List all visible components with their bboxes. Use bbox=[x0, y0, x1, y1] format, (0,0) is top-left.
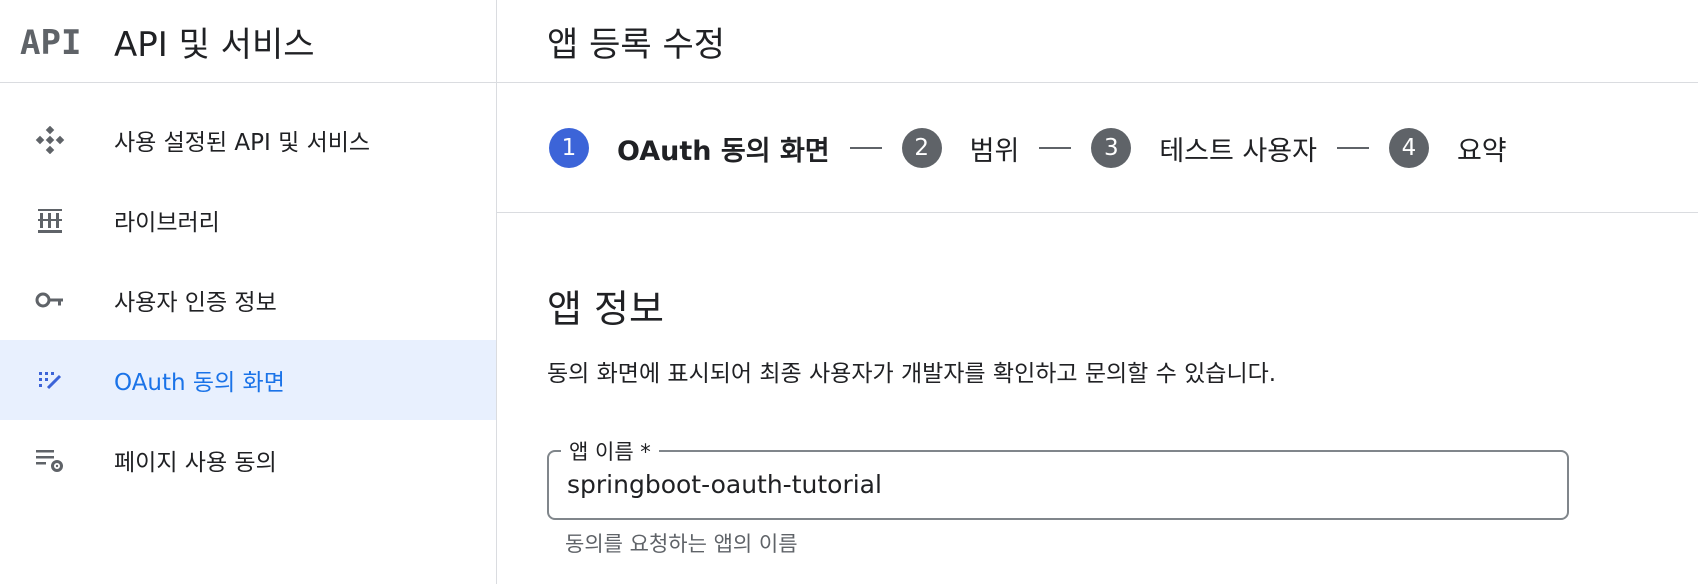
stepper: 1 OAuth 동의 화면 2 범위 3 테스트 사용자 4 요약 bbox=[497, 82, 1698, 213]
sidebar-nav: 사용 설정된 API 및 서비스 라이브러리 사용자 인증 정보 OAuth 동… bbox=[0, 100, 496, 500]
step-scopes[interactable]: 2 범위 bbox=[901, 128, 1020, 168]
step-label: 범위 bbox=[969, 135, 1020, 167]
sidebar-item-label: 라이브러리 bbox=[114, 210, 220, 236]
step-summary[interactable]: 4 요약 bbox=[1388, 128, 1507, 168]
app-name-field: 앱 이름 * bbox=[547, 436, 1569, 520]
sidebar-title: API 및 서비스 bbox=[114, 24, 315, 65]
sidebar-item-enabled-apis[interactable]: 사용 설정된 API 및 서비스 bbox=[0, 100, 496, 180]
step-test-users[interactable]: 3 테스트 사용자 bbox=[1091, 128, 1317, 168]
sidebar-item-credentials[interactable]: 사용자 인증 정보 bbox=[0, 260, 496, 340]
step-number: 2 bbox=[901, 128, 942, 168]
sidebar-item-label: 페이지 사용 동의 bbox=[114, 450, 277, 476]
main-content: 앱 등록 수정 1 OAuth 동의 화면 2 범위 3 테스트 사용자 4 요… bbox=[497, 0, 1698, 584]
sidebar-item-library[interactable]: 라이브러리 bbox=[0, 180, 496, 260]
step-number: 3 bbox=[1091, 128, 1132, 168]
sidebar-item-page-usage[interactable]: 페이지 사용 동의 bbox=[0, 420, 496, 500]
sidebar-header: API API 및 서비스 bbox=[0, 0, 496, 83]
sidebar-item-label: 사용자 인증 정보 bbox=[114, 290, 277, 316]
oauth-consent-icon bbox=[34, 366, 66, 394]
step-separator bbox=[849, 147, 882, 149]
app-name-label: 앱 이름 * bbox=[561, 436, 659, 466]
step-label: 테스트 사용자 bbox=[1159, 135, 1317, 167]
step-row: 1 OAuth 동의 화면 2 범위 3 테스트 사용자 4 요약 bbox=[549, 128, 1507, 168]
sidebar: API API 및 서비스 사용 설정된 API 및 서비스 라이브러리 사용자… bbox=[0, 0, 497, 584]
page-title: 앱 등록 수정 bbox=[547, 24, 726, 65]
section-description: 동의 화면에 표시되어 최종 사용자가 개발자를 확인하고 문의할 수 있습니다… bbox=[547, 361, 1277, 387]
step-number: 4 bbox=[1388, 128, 1429, 168]
api-logo-icon[interactable]: API bbox=[20, 21, 84, 61]
step-oauth-consent[interactable]: 1 OAuth 동의 화면 bbox=[549, 128, 830, 168]
sidebar-item-oauth-consent[interactable]: OAuth 동의 화면 bbox=[0, 340, 496, 420]
step-separator bbox=[1039, 147, 1072, 149]
sidebar-item-label: 사용 설정된 API 및 서비스 bbox=[114, 130, 371, 156]
library-icon bbox=[34, 206, 66, 234]
app-name-input[interactable] bbox=[567, 470, 1547, 499]
page-usage-settings-icon bbox=[34, 446, 66, 474]
api-diamond-icon bbox=[34, 126, 66, 154]
step-separator bbox=[1336, 147, 1369, 149]
app-name-hint: 동의를 요청하는 앱의 이름 bbox=[565, 532, 798, 556]
page-header: 앱 등록 수정 bbox=[497, 0, 1698, 83]
step-number: 1 bbox=[549, 128, 589, 168]
sidebar-item-label: OAuth 동의 화면 bbox=[114, 370, 285, 396]
step-label: OAuth 동의 화면 bbox=[617, 135, 830, 167]
step-label: 요약 bbox=[1456, 135, 1507, 167]
svg-text:API: API bbox=[20, 23, 81, 61]
section-title: 앱 정보 bbox=[547, 287, 664, 331]
key-icon bbox=[34, 286, 66, 314]
